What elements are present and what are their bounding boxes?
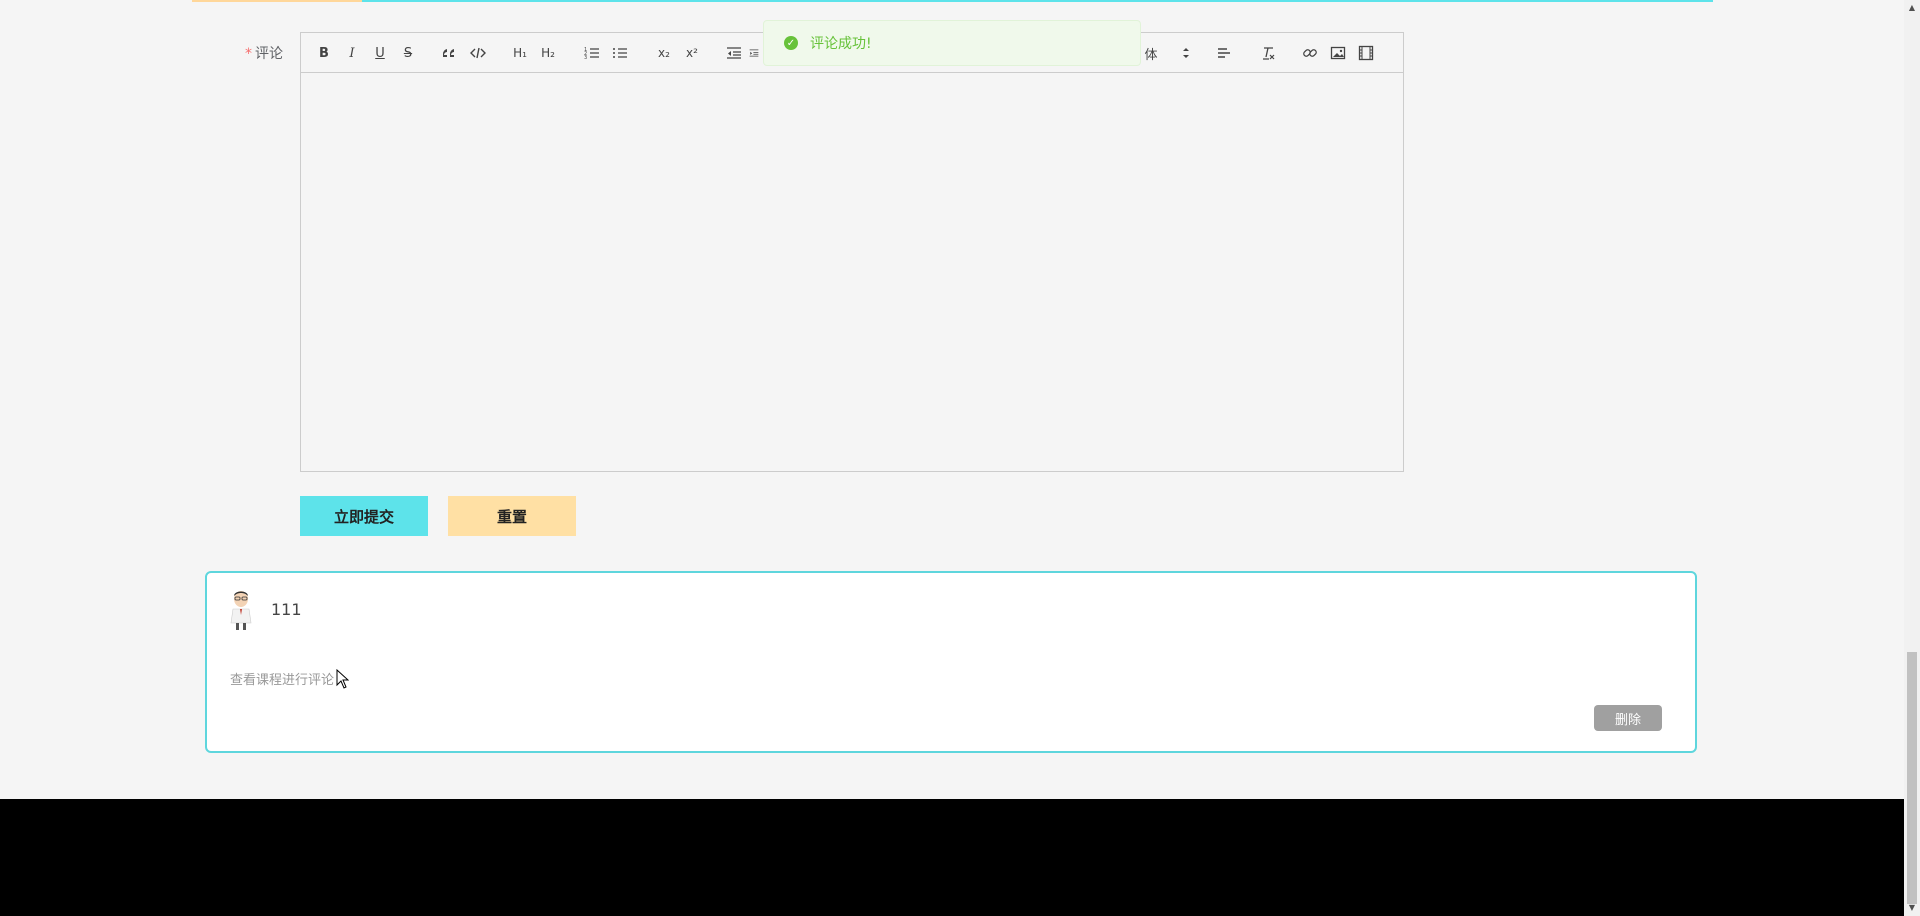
subscript-button[interactable]: x₂ [654,43,674,63]
comment-text: 查看课程进行评论 [230,673,335,688]
ordered-list-button[interactable]: 123 [582,43,602,63]
scroll-up-icon[interactable]: ▲ [1904,2,1920,14]
comment-card: 111 查看课程进行评论 删除 [205,571,1697,753]
submit-button[interactable]: 立即提交 [300,496,428,536]
quote-icon [442,49,454,57]
bullet-list-button[interactable] [610,43,630,63]
mouse-cursor-icon [336,669,349,689]
required-mark: * [245,46,252,62]
image-icon [1330,46,1346,60]
svg-text:3: 3 [584,55,587,61]
scroll-down-icon[interactable]: ▼ [1904,902,1920,914]
reset-button[interactable]: 重置 [448,496,576,536]
align-button[interactable] [1214,43,1234,63]
avatar [230,591,252,630]
header-1-button[interactable]: H₁ [510,43,530,63]
delete-button[interactable]: 删除 [1594,705,1662,731]
success-toast: ✓ 评论成功! [763,20,1141,66]
outdent-button[interactable] [724,43,744,63]
check-circle-icon: ✓ [784,36,798,50]
underline-button[interactable]: U [370,43,390,63]
italic-button[interactable]: I [342,43,362,63]
link-icon [1303,49,1317,57]
top-accent-line-orange [192,0,362,2]
blockquote-button[interactable] [440,43,460,63]
strikethrough-button[interactable]: S [398,43,418,63]
video-button[interactable] [1356,43,1376,63]
clear-format-icon [1263,47,1275,60]
page-footer [0,799,1904,916]
outdent-icon [727,47,741,59]
comment-label: * 评论 [245,43,283,63]
bold-button[interactable]: B [314,43,334,63]
superscript-button[interactable]: x² [682,43,702,63]
comment-label-text: 评论 [255,46,283,62]
top-accent-line-cyan [362,0,1713,2]
indent-icon [749,49,759,57]
clear-format-button[interactable] [1258,43,1278,63]
video-icon [1358,45,1374,61]
updown-arrows-icon [1183,48,1189,58]
image-button[interactable] [1328,43,1348,63]
link-button[interactable] [1300,43,1320,63]
vertical-scrollbar[interactable]: ▲ ▼ [1904,0,1920,916]
code-icon [470,47,486,59]
editor-content-area[interactable] [301,73,1403,471]
indent-button[interactable] [749,43,759,63]
comment-username: 111 [271,600,302,619]
toast-message: 评论成功! [810,36,872,52]
header-2-button[interactable]: H₂ [538,43,558,63]
bullet-list-icon [613,48,627,58]
scrollbar-thumb[interactable] [1907,652,1917,904]
size-select[interactable] [1176,43,1196,63]
code-block-button[interactable] [468,43,488,63]
ordered-list-icon: 123 [584,47,599,61]
align-left-icon [1218,48,1230,58]
rich-text-editor: B I U S H₁ H₂ 123 x₂ x² 体 [300,32,1404,472]
